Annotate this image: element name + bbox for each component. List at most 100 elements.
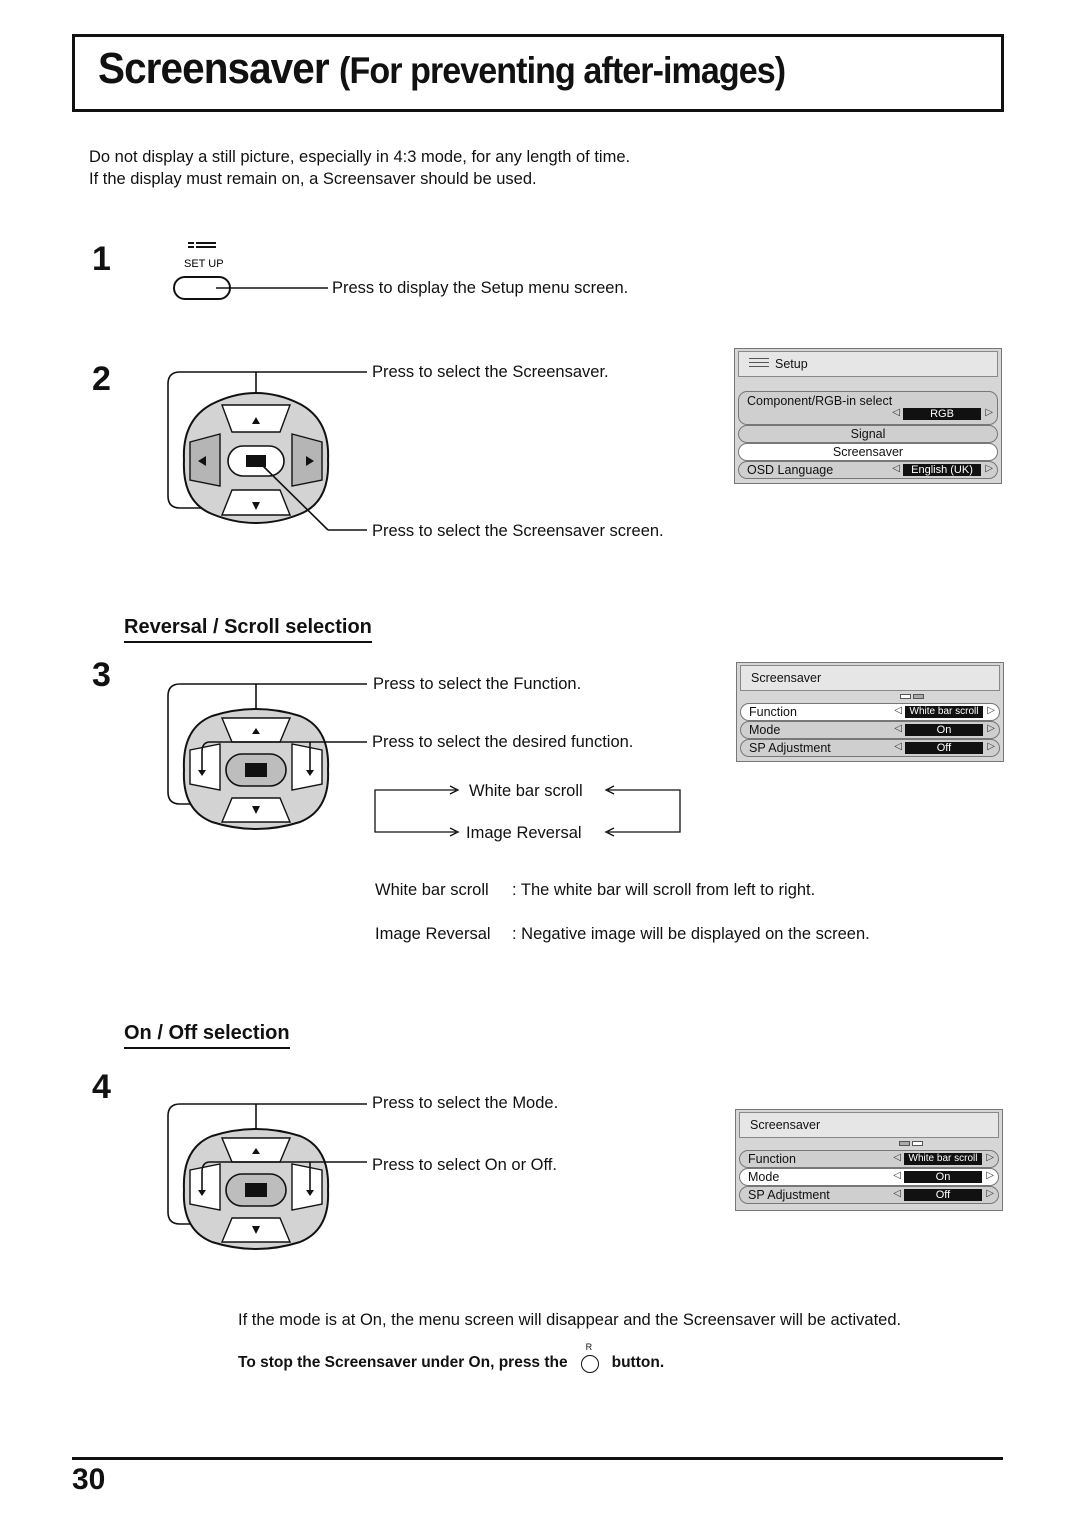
step4-instruction-updown: Press to select the Mode.	[372, 1094, 559, 1112]
page-rule	[72, 1457, 1003, 1460]
title-sub: (For preventing after-images)	[339, 50, 786, 91]
right-arrow-icon[interactable]: ▷	[987, 723, 995, 734]
dpad-right[interactable]	[291, 743, 323, 791]
setup-menu: Setup Component/RGB-in select ◁ RGB ▷ Si…	[734, 348, 1002, 484]
menu-header: Screensaver	[740, 665, 1000, 691]
row-value: White bar scroll	[905, 706, 983, 718]
menu-title: Screensaver	[751, 671, 822, 685]
intro-line: If the display must remain on, a Screens…	[89, 170, 537, 188]
step1-instruction: Press to display the Setup menu screen.	[332, 279, 629, 297]
action-icon	[245, 763, 267, 777]
menu-row-signal[interactable]: Signal	[738, 425, 998, 443]
intro-line: Do not display a still picture, especial…	[89, 148, 631, 166]
r-button-icon: R	[580, 1342, 600, 1373]
left-arrow-icon[interactable]: ◁	[894, 723, 902, 734]
row-value: On	[904, 1171, 982, 1183]
page-dot-active	[912, 1141, 923, 1146]
row-value: Off	[905, 742, 983, 754]
left-arrow-icon[interactable]: ◁	[892, 463, 900, 474]
menu-row-component-rgb[interactable]: Component/RGB-in select ◁ RGB ▷	[738, 391, 998, 425]
setup-button-diagram: SET UP	[173, 242, 328, 300]
row-label: Screensaver	[832, 445, 904, 459]
page-title: Screensaver (For preventing after-images…	[98, 44, 786, 94]
row-label: Mode	[749, 723, 781, 737]
page-dot	[913, 694, 924, 699]
menu-list-icon	[749, 358, 769, 370]
row-value: RGB	[903, 408, 981, 420]
left-arrow-icon[interactable]: ◁	[894, 705, 902, 716]
section-heading-reversal: Reversal / Scroll selection	[124, 616, 372, 643]
menu-header: Setup	[738, 351, 998, 377]
step2-instruction-action: Press to select the Screensaver screen.	[372, 522, 664, 540]
step-number: 3	[92, 656, 111, 694]
menu-row-function[interactable]: Function ◁ White bar scroll ▷	[740, 703, 1000, 721]
row-label: Mode	[748, 1170, 780, 1184]
right-arrow-icon[interactable]: ▷	[986, 1152, 994, 1163]
definition-term: Image Reversal	[375, 925, 491, 943]
section-heading-onoff: On / Off selection	[124, 1022, 290, 1049]
menu-row-mode[interactable]: Mode ◁ On ▷	[740, 721, 1000, 739]
right-arrow-icon[interactable]: ▷	[987, 741, 995, 752]
menu-lines-icon	[188, 242, 216, 248]
footer-note: If the mode is at On, the menu screen wi…	[238, 1311, 902, 1329]
dpad-right[interactable]	[291, 1163, 323, 1211]
right-arrow-icon[interactable]: ▷	[985, 407, 993, 418]
step-number: 1	[92, 240, 111, 278]
right-arrow-icon[interactable]: ▷	[987, 705, 995, 716]
r-button-label: R	[585, 1342, 593, 1352]
row-label: SP Adjustment	[748, 1188, 830, 1202]
remote-dpad-diagram	[167, 1103, 367, 1250]
stop-suffix: button.	[611, 1354, 665, 1371]
right-arrow-icon[interactable]: ▷	[986, 1188, 994, 1199]
step3-instruction-updown: Press to select the Function.	[373, 675, 582, 693]
left-arrow-icon[interactable]: ◁	[894, 741, 902, 752]
menu-row-sp-adjustment[interactable]: SP Adjustment ◁ Off ▷	[740, 739, 1000, 757]
page-indicator	[737, 691, 1003, 703]
menu-title: Setup	[775, 357, 808, 371]
menu-row-function[interactable]: Function ◁ White bar scroll ▷	[739, 1150, 999, 1168]
left-arrow-icon[interactable]: ◁	[893, 1188, 901, 1199]
page-indicator	[736, 1138, 1002, 1150]
definition-desc: : The white bar will scroll from left to…	[512, 881, 816, 899]
row-label: Function	[749, 705, 797, 719]
menu-row-sp-adjustment[interactable]: SP Adjustment ◁ Off ▷	[739, 1186, 999, 1204]
step3-instruction-leftright: Press to select the desired function.	[372, 733, 634, 751]
right-arrow-icon[interactable]: ▷	[986, 1170, 994, 1181]
step-number: 4	[92, 1068, 111, 1106]
page-dot-active	[900, 694, 911, 699]
row-value: Off	[904, 1189, 982, 1201]
row-value: On	[905, 724, 983, 736]
left-arrow-icon[interactable]: ◁	[892, 407, 900, 418]
row-value: White bar scroll	[904, 1153, 982, 1165]
row-label: Signal	[850, 427, 886, 441]
menu-row-mode[interactable]: Mode ◁ On ▷	[739, 1168, 999, 1186]
remote-dpad-diagram	[167, 683, 367, 830]
screensaver-menu: Screensaver Function ◁ White bar scroll …	[735, 1109, 1003, 1211]
page-number: 30	[72, 1463, 106, 1496]
row-label: OSD Language	[747, 463, 834, 477]
stop-instruction: To stop the Screensaver under On, press …	[238, 1342, 665, 1373]
screensaver-menu: Screensaver Function ◁ White bar scroll …	[736, 662, 1004, 762]
cycle-option-white-bar: White bar scroll	[469, 782, 583, 800]
row-label: SP Adjustment	[749, 741, 831, 755]
step2-instruction-updown: Press to select the Screensaver.	[372, 363, 609, 381]
row-label: Function	[748, 1152, 796, 1166]
row-value: English (UK)	[903, 464, 981, 476]
row-label: Component/RGB-in select	[747, 394, 893, 408]
setup-button-label: SET UP	[184, 258, 224, 270]
step-number: 2	[92, 360, 111, 398]
remote-dpad-diagram	[167, 371, 367, 531]
left-arrow-icon[interactable]: ◁	[893, 1152, 901, 1163]
definition-desc: : Negative image will be displayed on th…	[512, 925, 870, 943]
intro-text: Do not display a still picture, especial…	[89, 146, 630, 190]
dpad-left[interactable]	[189, 743, 221, 791]
dpad-left[interactable]	[189, 1163, 221, 1211]
menu-row-screensaver[interactable]: Screensaver	[738, 443, 998, 461]
title-main: Screensaver	[98, 44, 330, 93]
definition-term: White bar scroll	[375, 881, 489, 899]
menu-row-osd-language[interactable]: OSD Language ◁ English (UK) ▷	[738, 461, 998, 479]
menu-header: Screensaver	[739, 1112, 999, 1138]
action-icon	[245, 1183, 267, 1197]
right-arrow-icon[interactable]: ▷	[985, 463, 993, 474]
left-arrow-icon[interactable]: ◁	[893, 1170, 901, 1181]
